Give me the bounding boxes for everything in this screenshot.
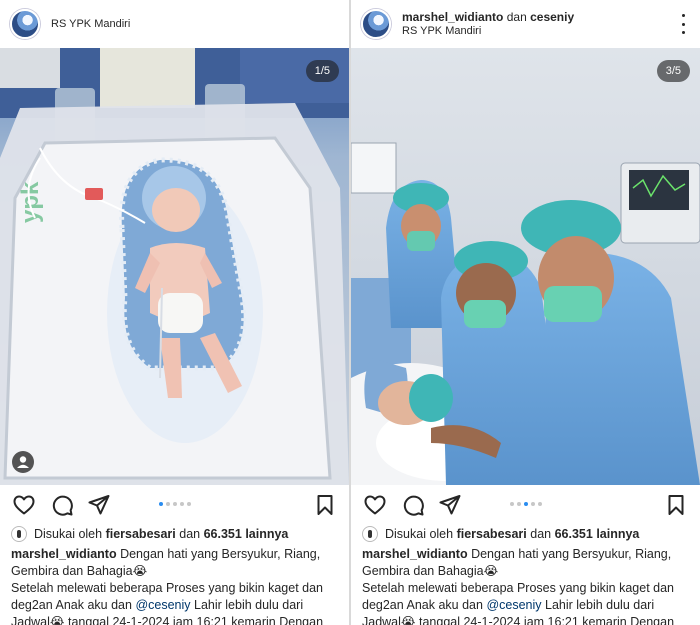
medical-team-photo-image: [351, 48, 700, 485]
caption-mention[interactable]: @ceseniy: [486, 598, 541, 612]
post-header: marshel_widianto dan ceseniy RS YPK Mand…: [351, 0, 700, 48]
bookmark-icon[interactable]: [664, 493, 688, 522]
post-author[interactable]: marshel_widianto dan ceseniy: [402, 10, 574, 24]
post-card-2: marshel_widianto dan ceseniy RS YPK Mand…: [351, 0, 700, 625]
heart-glyph: [364, 495, 386, 515]
author-conjunction: dan: [506, 10, 527, 24]
carousel-dot: [509, 502, 514, 506]
carousel-dot: [172, 502, 177, 506]
comment-icon[interactable]: [50, 493, 74, 522]
paper-plane-icon[interactable]: [438, 493, 462, 522]
likes-prefix: Disukai oleh: [385, 527, 454, 541]
image-counter: 3/5: [656, 60, 690, 82]
carousel-dot: [537, 502, 542, 506]
carousel-dot: [165, 502, 170, 506]
carousel-dots: [158, 502, 191, 506]
caption-username[interactable]: marshel_widianto: [362, 547, 468, 561]
post-actions: [0, 493, 349, 517]
caption-username[interactable]: marshel_widianto: [11, 547, 117, 561]
caption-mention[interactable]: @ceseniy: [135, 598, 190, 612]
likes-count[interactable]: 66.351: [555, 527, 593, 541]
caption-line-1: marshel_widianto Dengan hati yang Bersyu…: [11, 546, 345, 580]
carousel-dot: [179, 502, 184, 506]
image-counter: 1/5: [305, 60, 339, 82]
carousel-dot: [186, 502, 191, 506]
post-caption: marshel_widianto Dengan hati yang Bersyu…: [11, 546, 345, 625]
likes-prefix: Disukai oleh: [34, 527, 103, 541]
likes-summary[interactable]: Disukai oleh fiersabesari dan 66.351 lai…: [11, 525, 343, 543]
post-header-text: RS YPK Mandiri: [51, 17, 130, 31]
likes-suffix[interactable]: lainnya: [245, 527, 288, 541]
heart-icon[interactable]: [363, 493, 387, 522]
caption-line-1: marshel_widianto Dengan hati yang Bersyu…: [362, 546, 696, 580]
post-header: RS YPK Mandiri: [0, 0, 349, 48]
collaborator-username[interactable]: ceseniy: [530, 10, 574, 24]
carousel-dot: [158, 502, 163, 506]
bookmark-glyph: [668, 495, 684, 515]
liker-username[interactable]: fiersabesari: [106, 527, 176, 541]
paper-plane-glyph: [88, 495, 110, 515]
person-tag-glyph: [17, 456, 29, 468]
likes-middle: dan: [530, 527, 552, 541]
likes-middle: dan: [179, 527, 201, 541]
caption-line-2: Setelah melewati beberapa Proses yang bi…: [362, 580, 696, 625]
carousel-dot: [530, 502, 535, 506]
paper-plane-glyph: [439, 495, 461, 515]
likes-suffix[interactable]: lainnya: [596, 527, 639, 541]
post-photo[interactable]: ypk 1/5: [0, 48, 349, 485]
post-caption: marshel_widianto Dengan hati yang Bersyu…: [362, 546, 696, 625]
comment-glyph: [52, 495, 73, 516]
author-username[interactable]: marshel_widianto: [402, 10, 503, 24]
heart-glyph: [13, 495, 35, 515]
post-card-1: RS YPK Mandiri ypk 1/5 Disukai oleh fier…: [0, 0, 349, 625]
liker-username[interactable]: fiersabesari: [457, 527, 527, 541]
post-actions: [351, 493, 700, 517]
bookmark-icon[interactable]: [313, 493, 337, 522]
post-location[interactable]: RS YPK Mandiri: [51, 17, 130, 31]
more-dots-icon[interactable]: [680, 14, 686, 34]
comment-glyph: [403, 495, 424, 516]
profile-avatar[interactable]: [361, 9, 391, 39]
carousel-dot: [516, 502, 521, 506]
post-photo[interactable]: 3/5: [351, 48, 700, 485]
bookmark-glyph: [317, 495, 333, 515]
caption-line-2: Setelah melewati beberapa Proses yang bi…: [11, 580, 345, 625]
liker-avatar: [362, 526, 378, 542]
post-location[interactable]: RS YPK Mandiri: [402, 24, 574, 38]
person-tag-icon[interactable]: [12, 451, 34, 473]
newborn-in-bassinet-image: ypk: [0, 48, 349, 485]
likes-count[interactable]: 66.351: [204, 527, 242, 541]
profile-avatar[interactable]: [10, 9, 40, 39]
post-header-text: marshel_widianto dan ceseniy RS YPK Mand…: [402, 10, 574, 38]
paper-plane-icon[interactable]: [87, 493, 111, 522]
liker-avatar: [11, 526, 27, 542]
likes-summary[interactable]: Disukai oleh fiersabesari dan 66.351 lai…: [362, 525, 694, 543]
carousel-dots: [509, 502, 542, 506]
comment-icon[interactable]: [401, 493, 425, 522]
heart-icon[interactable]: [12, 493, 36, 522]
carousel-dot: [523, 502, 528, 506]
